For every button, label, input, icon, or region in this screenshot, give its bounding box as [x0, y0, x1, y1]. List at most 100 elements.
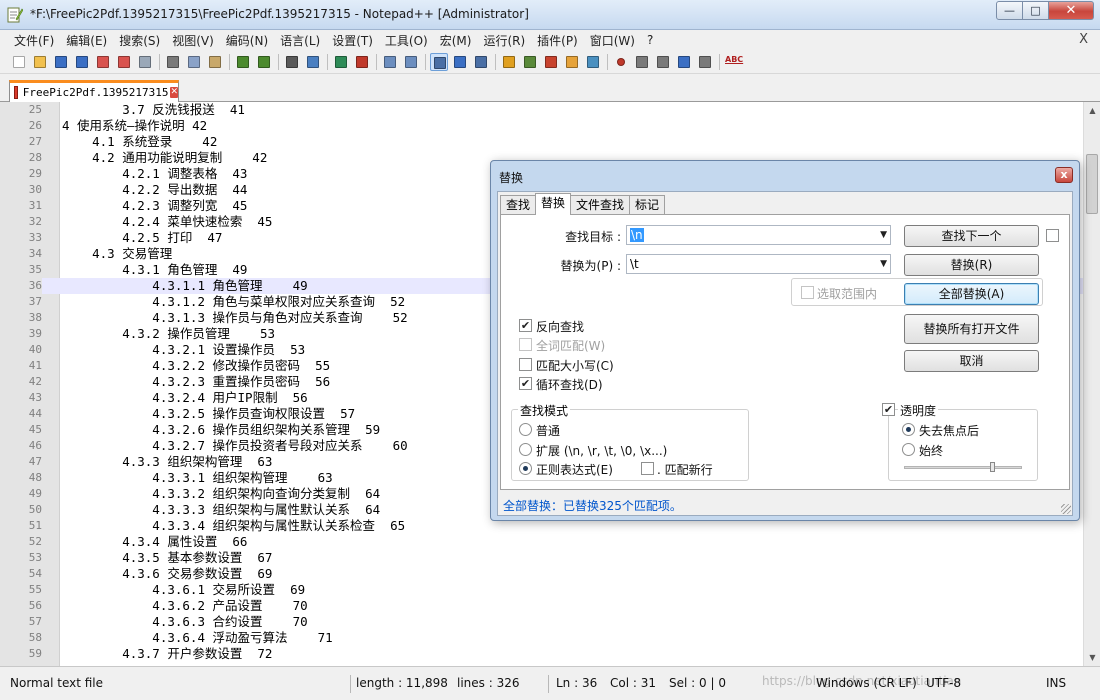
cancel-button[interactable]: 取消 — [904, 350, 1039, 372]
vertical-scrollbar[interactable]: ▲ ▼ — [1083, 102, 1100, 666]
editor-line[interactable]: 56 4.3.6.2 产品设置 70 — [0, 598, 1088, 614]
scroll-down-icon[interactable]: ▼ — [1084, 649, 1100, 666]
udl-icon[interactable] — [500, 53, 518, 71]
editor-line[interactable]: 57 4.3.6.3 合约设置 70 — [0, 614, 1088, 630]
editor-line[interactable]: 59 4.3.7 开户参数设置 72 — [0, 646, 1088, 662]
tab-replace[interactable]: 替换 — [535, 193, 572, 215]
editor-line[interactable]: 55 4.3.6.1 交易所设置 69 — [0, 582, 1088, 598]
save-macro-icon[interactable] — [696, 53, 714, 71]
find-next-option-checkbox[interactable] — [1046, 229, 1059, 242]
transparency-slider-thumb[interactable] — [989, 462, 995, 472]
find-next-button[interactable]: 查找下一个 — [904, 225, 1039, 247]
status-eol[interactable]: Windows (CR LF) — [812, 674, 921, 694]
spell-check-icon[interactable]: ABC — [724, 53, 743, 71]
whole-word-checkbox[interactable] — [519, 338, 532, 351]
menu-edit[interactable]: 编辑(E) — [60, 32, 113, 49]
find-what-input[interactable]: \n ▼ — [626, 225, 891, 245]
dot-newline-checkbox[interactable] — [641, 462, 654, 475]
chevron-down-icon[interactable]: ▼ — [880, 226, 887, 244]
tab-find[interactable]: 查找 — [500, 195, 537, 215]
function-list-icon[interactable] — [542, 53, 560, 71]
chevron-down-icon[interactable]: ▼ — [880, 255, 887, 273]
replace-all-button[interactable]: 全部替换(A) — [904, 283, 1039, 305]
sync-vertical-icon[interactable] — [381, 53, 399, 71]
sync-horizontal-icon[interactable] — [402, 53, 420, 71]
copy-icon[interactable] — [185, 53, 203, 71]
line-number: 26 — [28, 119, 42, 132]
match-case-checkbox[interactable] — [519, 358, 532, 371]
print-icon[interactable] — [136, 53, 154, 71]
menu-settings[interactable]: 设置(T) — [326, 32, 379, 49]
transparency-on-blur-radio[interactable] — [902, 423, 915, 436]
folder-workspace-icon[interactable] — [563, 53, 581, 71]
show-all-chars-icon[interactable] — [451, 53, 469, 71]
redo-icon[interactable] — [255, 53, 273, 71]
monitor-icon[interactable] — [584, 53, 602, 71]
line-text: 4.2.1 调整表格 43 — [62, 166, 248, 181]
editor-line[interactable]: 53 4.3.5 基本参数设置 67 — [0, 550, 1088, 566]
find-icon[interactable] — [283, 53, 301, 71]
close-icon[interactable] — [94, 53, 112, 71]
menu-encoding[interactable]: 编码(N) — [220, 32, 274, 49]
menu-file[interactable]: 文件(F) — [8, 32, 60, 49]
menu-plugins[interactable]: 插件(P) — [531, 32, 584, 49]
editor-line[interactable]: 58 4.3.6.4 浮动盈亏算法 71 — [0, 630, 1088, 646]
scroll-up-icon[interactable]: ▲ — [1084, 102, 1100, 119]
close-all-icon[interactable] — [115, 53, 133, 71]
editor-line[interactable]: 27 4.1 系统登录 42 — [0, 134, 1088, 150]
save-icon[interactable] — [52, 53, 70, 71]
menu-language[interactable]: 语言(L) — [274, 32, 326, 49]
mode-regex-radio[interactable] — [519, 462, 532, 475]
editor-line[interactable]: 52 4.3.4 属性设置 66 — [0, 534, 1088, 550]
menu-run[interactable]: 运行(R) — [477, 32, 531, 49]
new-file-icon[interactable] — [10, 53, 28, 71]
editor-line[interactable]: 54 4.3.6 交易参数设置 69 — [0, 566, 1088, 582]
menu-view[interactable]: 视图(V) — [166, 32, 220, 49]
menu-help[interactable]: ? — [641, 33, 659, 47]
tab-mark[interactable]: 标记 — [629, 195, 666, 215]
replace-with-input[interactable]: \t ▼ — [626, 254, 891, 274]
status-encoding[interactable]: UTF-8 — [922, 674, 965, 694]
menu-tools[interactable]: 工具(O) — [379, 32, 434, 49]
replace-button[interactable]: 替换(R) — [904, 254, 1039, 276]
tab-close-icon[interactable]: ✕ — [170, 87, 178, 98]
wrap-around-checkbox[interactable]: ✔ — [519, 377, 532, 390]
maximize-button[interactable]: □ — [1023, 1, 1049, 20]
tab-find-in-files[interactable]: 文件查找 — [570, 195, 631, 215]
transparency-slider[interactable] — [904, 466, 1022, 469]
replace-all-open-files-button[interactable]: 替换所有打开文件 — [904, 314, 1039, 344]
transparency-checkbox[interactable]: ✔ — [882, 403, 895, 416]
file-tab[interactable]: FreePic2Pdf.1395217315 ✕ — [9, 80, 179, 102]
zoom-out-icon[interactable] — [353, 53, 371, 71]
doc-map-icon[interactable] — [521, 53, 539, 71]
menu-macro[interactable]: 宏(M) — [434, 32, 478, 49]
editor-line[interactable]: 26 4 使用系统—操作说明 42 — [0, 118, 1088, 134]
play-macro-icon[interactable] — [654, 53, 672, 71]
undo-icon[interactable] — [234, 53, 252, 71]
paste-icon[interactable] — [206, 53, 224, 71]
open-file-icon[interactable] — [31, 53, 49, 71]
close-document-button[interactable]: X — [1079, 32, 1088, 47]
menu-window[interactable]: 窗口(W) — [584, 32, 641, 49]
scrollbar-thumb[interactable] — [1086, 154, 1098, 214]
dialog-close-button[interactable]: x — [1055, 167, 1073, 183]
cut-icon[interactable] — [164, 53, 182, 71]
resize-grip-icon[interactable] — [1061, 504, 1071, 514]
close-window-button[interactable]: ✕ — [1049, 1, 1094, 20]
minimize-button[interactable]: — — [996, 1, 1023, 20]
menu-search[interactable]: 搜索(S) — [113, 32, 166, 49]
mode-extended-radio[interactable] — [519, 443, 532, 456]
word-wrap-icon[interactable] — [430, 53, 448, 71]
transparency-always-radio[interactable] — [902, 443, 915, 456]
indent-guide-icon[interactable] — [472, 53, 490, 71]
backward-checkbox[interactable]: ✔ — [519, 319, 532, 332]
record-macro-icon[interactable] — [612, 53, 630, 71]
stop-macro-icon[interactable] — [633, 53, 651, 71]
editor-line[interactable]: 25 3.7 反洗钱报送 41 — [0, 102, 1088, 118]
in-selection-checkbox[interactable] — [801, 286, 814, 299]
zoom-in-icon[interactable] — [332, 53, 350, 71]
run-macro-multiple-icon[interactable] — [675, 53, 693, 71]
mode-normal-radio[interactable] — [519, 423, 532, 436]
save-all-icon[interactable] — [73, 53, 91, 71]
replace-icon[interactable] — [304, 53, 322, 71]
